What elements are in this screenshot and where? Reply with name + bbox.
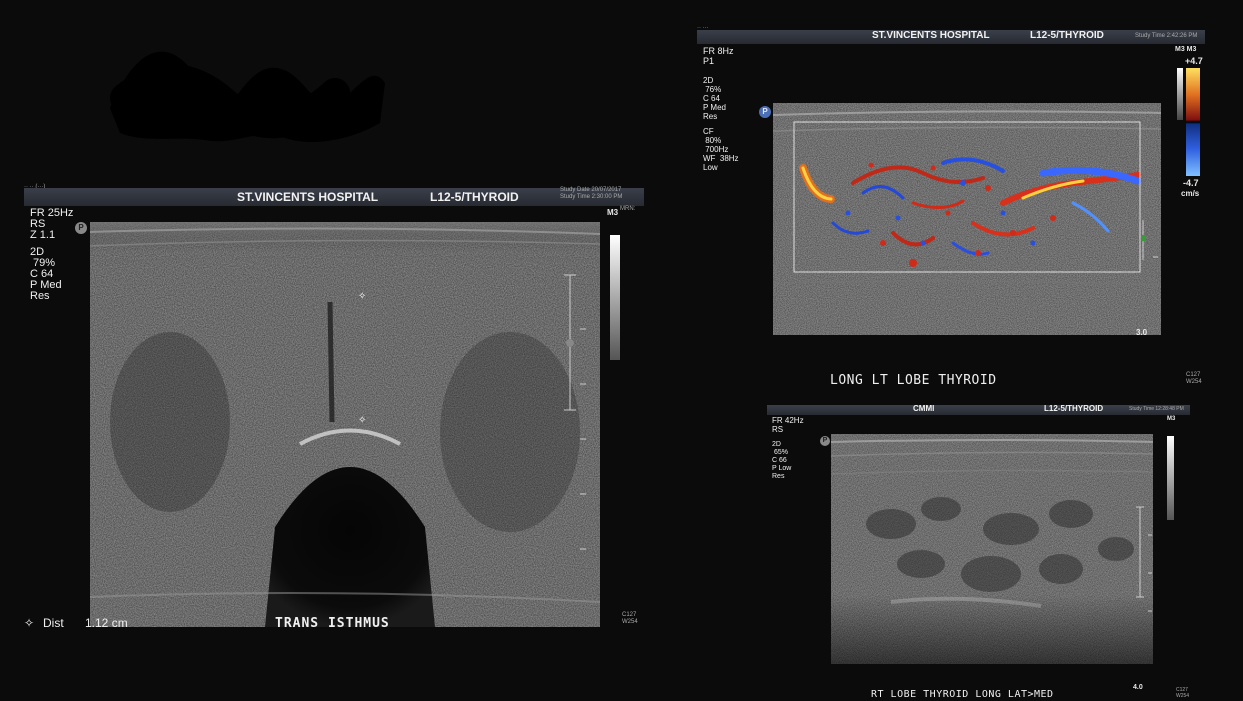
left-dist-marker: ✧ xyxy=(24,616,35,630)
tr-2d-params: 76% C 64 P Med Res xyxy=(703,85,726,121)
left-mrn-label: MRN: xyxy=(620,206,636,212)
br-2d-params: 65% C 66 P Low Res xyxy=(772,449,792,480)
tr-scale-unit: cm/s xyxy=(1181,189,1200,198)
left-depth-scale xyxy=(564,274,586,550)
left-probe-label: L12-5/THYROID xyxy=(430,190,519,204)
br-params: FR 42Hz RS xyxy=(772,416,804,434)
br-grayscale-bar xyxy=(1167,436,1174,520)
br-mode-label: CMMI xyxy=(913,404,935,413)
left-params: FR 25Hz RS Z 1.1 xyxy=(30,207,74,241)
tr-hospital-name: ST.VINCENTS HOSPITAL xyxy=(872,30,990,41)
tr-probe-label: L12-5/THYROID xyxy=(1030,30,1104,41)
tr-caption: LONG LT LOBE THYROID xyxy=(830,373,997,388)
tr-cf-header: CF xyxy=(703,127,714,136)
left-grayscale-bar xyxy=(610,235,620,360)
tr-header-bar: ST.VINCENTS HOSPITAL L12-5/THYROID Study… xyxy=(697,30,1205,44)
tr-gray-scale-bar xyxy=(1177,68,1183,120)
br-footer: C127 W254 xyxy=(1176,687,1190,699)
br-ultrasound-image xyxy=(831,434,1153,664)
left-footer: C127 W254 xyxy=(622,612,638,625)
left-dist-value: 1.12 cm xyxy=(85,616,128,630)
svg-text:✧: ✧ xyxy=(358,415,366,426)
br-caption: RT LOBE THYROID LONG LAT>MED xyxy=(871,689,1054,700)
tr-p-badge: P xyxy=(759,106,771,118)
left-mode-tag: M3 xyxy=(607,208,619,217)
tr-2d-header: 2D xyxy=(703,76,714,85)
br-depth-label: 4.0 xyxy=(1133,684,1143,691)
left-2d-params: 79% C 64 P Med Res xyxy=(30,257,62,302)
left-header-bar: ST.VINCENTS HOSPITAL L12-5/THYROID Study… xyxy=(24,187,644,206)
br-mode-tag: M3 xyxy=(1167,416,1176,422)
tr-focus-marker xyxy=(1141,220,1158,260)
br-study-time: Study Time 12:28:48 PM xyxy=(1129,406,1184,412)
br-depth-scale xyxy=(1136,506,1152,612)
tr-cf-params: 80% 700Hz WF 38Hz Low xyxy=(703,136,739,172)
redaction-scribble xyxy=(110,51,385,143)
br-p-badge: P xyxy=(820,436,830,446)
left-ultrasound-image: ✧ ✧ xyxy=(90,222,600,627)
tr-study-time: Study Time 2:42:26 PM xyxy=(1135,33,1198,39)
tr-velocity-scale-bar xyxy=(1186,68,1200,176)
tr-depth-label: 3.0 xyxy=(1136,328,1148,337)
tr-mode-tag: M3 M3 xyxy=(1175,46,1197,53)
tr-params: FR 8Hz P1 xyxy=(703,46,734,66)
svg-text:✧: ✧ xyxy=(358,291,366,302)
tr-footer: C127 W254 xyxy=(1186,372,1202,385)
left-caption: TRANS ISTHMUS xyxy=(275,616,390,631)
left-dist-label: Dist xyxy=(43,616,64,630)
tr-doppler-image xyxy=(773,103,1161,335)
br-header-bar: CMMI L12-5/THYROID Study Time 12:28:48 P… xyxy=(767,404,1190,415)
tr-scale-max: +4.7 xyxy=(1185,56,1203,66)
left-hospital-name: ST.VINCENTS HOSPITAL xyxy=(237,190,379,204)
br-2d-header: 2D xyxy=(772,441,781,448)
br-probe-label: L12-5/THYROID xyxy=(1044,404,1104,413)
left-p-badge: P xyxy=(75,222,87,234)
left-study-date: Study Date 20/07/2017 xyxy=(560,187,622,193)
ultrasound-composite: { "left_panel": { "hospital": "ST.VINCEN… xyxy=(0,0,1243,701)
tr-scale-min: -4.7 xyxy=(1183,178,1199,188)
left-study-time: Study Time 2:30:00 PM xyxy=(560,194,623,200)
